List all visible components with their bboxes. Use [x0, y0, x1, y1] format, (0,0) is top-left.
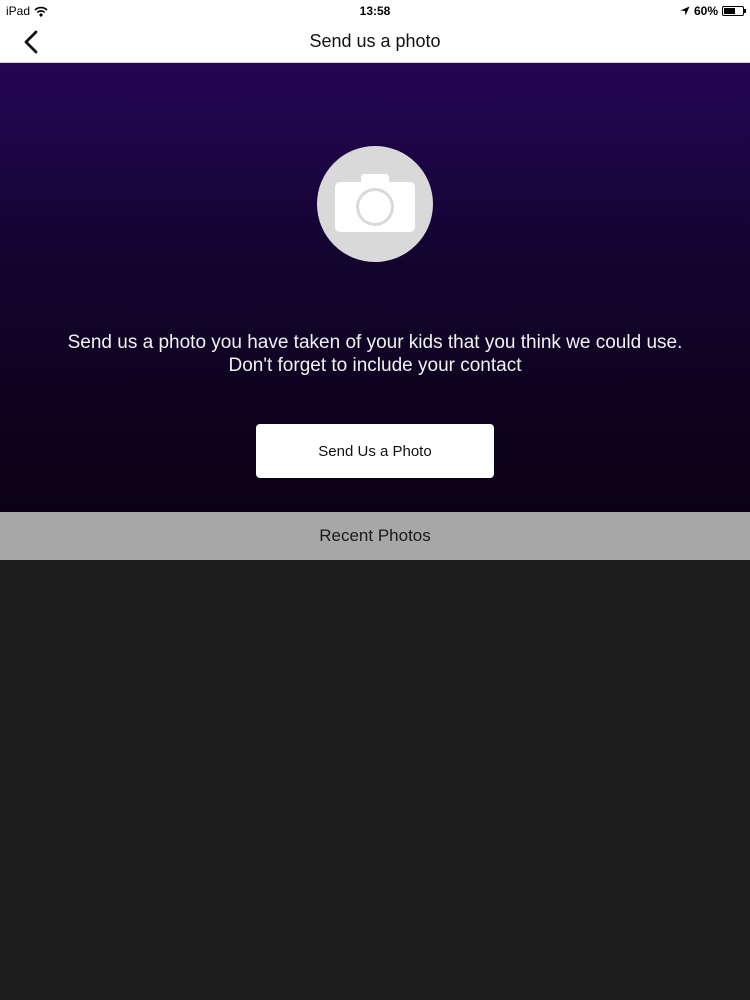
battery-level: [724, 8, 735, 14]
location-arrow-icon: [680, 6, 690, 16]
status-bar: iPad 13:58 60%: [0, 0, 750, 22]
recent-photos-title: Recent Photos: [319, 526, 431, 545]
recent-photos-header: Recent Photos: [0, 512, 750, 560]
camera-badge: [317, 146, 433, 262]
hero-description: Send us a photo you have taken of your k…: [67, 332, 683, 376]
send-photo-button[interactable]: Send Us a Photo: [256, 424, 494, 478]
battery-icon: [722, 6, 746, 16]
camera-icon: [335, 174, 415, 232]
status-time: 13:58: [359, 4, 391, 18]
battery-percent: 60%: [693, 4, 718, 18]
page-title: Send us a photo: [309, 31, 441, 51]
status-right: 60%: [680, 4, 746, 18]
navigation-bar: Send us a photo: [0, 22, 750, 63]
recent-photos-area: [0, 560, 750, 1000]
hero-section: Send us a photo you have taken of your k…: [0, 63, 750, 512]
